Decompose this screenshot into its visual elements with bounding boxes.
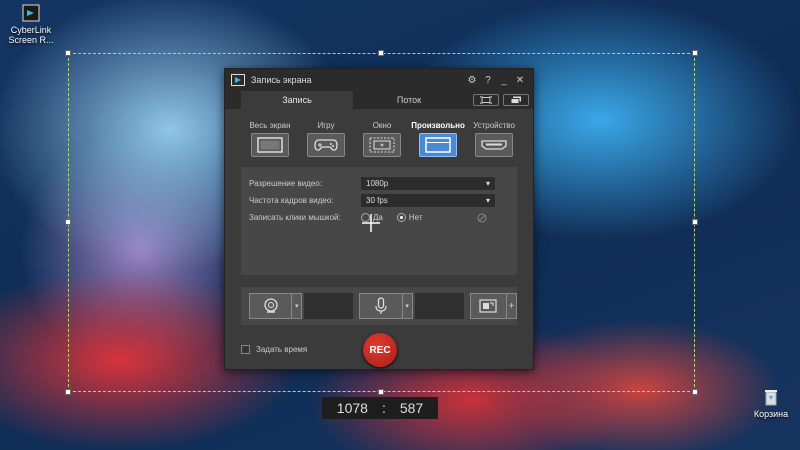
tab-stream[interactable]: Поток <box>353 91 465 109</box>
capture-width: 1078 <box>336 400 368 416</box>
webcam-icon <box>264 298 278 313</box>
capture-mode-row: Весь экран Игру Окно Произвольно Устройс… <box>225 109 533 157</box>
resize-handle-bottom-right[interactable] <box>692 389 698 395</box>
mode-game-button[interactable] <box>307 133 345 157</box>
webcam-dropdown-arrow[interactable]: ▾ <box>292 293 303 319</box>
gamepad-icon <box>314 139 338 151</box>
gear-icon[interactable]: ⚙ <box>465 75 479 86</box>
crosshair-cursor-icon <box>362 214 380 232</box>
recycle-bin-desktop-icon[interactable]: Корзина <box>740 388 800 419</box>
microphone-dropdown-arrow[interactable]: ▾ <box>402 293 413 319</box>
webcam-button[interactable] <box>249 293 293 319</box>
screen-add-icon <box>479 299 498 313</box>
fps-value: 30 fps <box>366 196 388 205</box>
monitor-icon <box>257 137 283 153</box>
microphone-button[interactable] <box>359 293 403 319</box>
mouse-clicks-label: Записать клики мышкой: <box>249 213 341 222</box>
resize-handle-top-right[interactable] <box>692 50 698 56</box>
mode-custom-button[interactable] <box>419 133 457 157</box>
mode-custom-label: Произвольно <box>411 121 465 130</box>
window-icon <box>369 137 395 153</box>
mode-device[interactable]: Устройство <box>473 121 515 157</box>
schedule-label: Задать время <box>256 345 308 354</box>
app-logo-icon <box>231 74 245 86</box>
resolution-value: 1080p <box>366 179 389 188</box>
add-device-button[interactable]: + <box>507 293 517 319</box>
disabled-icon <box>477 213 486 222</box>
window-stack-icon <box>510 96 521 104</box>
clicks-no-radio[interactable] <box>396 213 406 222</box>
mode-device-label: Устройство <box>473 121 515 130</box>
screen-recorder-window: Запись экрана ⚙ ? _ ✕ Запись Поток Весь … <box>224 68 534 370</box>
resize-handle-top-left[interactable] <box>65 50 71 56</box>
resize-handle-left[interactable] <box>65 219 71 225</box>
cyberlink-desktop-icon[interactable]: CyberLink Screen R... <box>0 4 62 45</box>
chevron-down-icon: ▾ <box>485 179 490 188</box>
microphone-icon <box>375 297 387 314</box>
resize-handle-right[interactable] <box>692 219 698 225</box>
fps-dropdown[interactable]: 30 fps ▾ <box>361 194 495 207</box>
mode-game[interactable]: Игру <box>305 121 347 157</box>
recycle-bin-label: Корзина <box>753 409 789 419</box>
clicks-no-label: Нет <box>408 213 423 222</box>
tab-record[interactable]: Запись <box>241 91 353 109</box>
tab-bar: Запись Поток <box>225 91 533 109</box>
resolution-dropdown[interactable]: 1080p ▾ <box>361 177 495 190</box>
webcam-preview <box>304 293 354 319</box>
rec-button[interactable]: REC <box>363 333 397 367</box>
mode-window-label: Окно <box>372 121 392 130</box>
resize-handle-bottom[interactable] <box>378 389 384 395</box>
chevron-down-icon: ▾ <box>405 303 409 310</box>
video-settings-panel: Разрешение видео: 1080p ▾ Частота кадров… <box>241 167 517 275</box>
window-footer: Задать время REC <box>225 325 533 377</box>
microphone-level <box>414 293 464 319</box>
size-separator: : <box>381 400 386 416</box>
schedule-checkbox[interactable]: Задать время <box>241 345 307 354</box>
close-button[interactable]: ✕ <box>513 75 527 86</box>
cyberlink-desktop-label: CyberLink Screen R... <box>8 25 54 45</box>
mode-window[interactable]: Окно <box>361 121 403 157</box>
expand-icon <box>480 96 492 104</box>
mode-fullscreen[interactable]: Весь экран <box>249 121 291 157</box>
fullscreen-capture-button[interactable] <box>473 94 499 106</box>
mode-device-button[interactable] <box>475 133 513 157</box>
fps-label: Частота кадров видео: <box>249 196 334 205</box>
mini-mode-button[interactable] <box>503 94 529 106</box>
hdmi-icon <box>481 140 507 150</box>
mode-fullscreen-label: Весь экран <box>249 121 291 130</box>
window-titlebar[interactable]: Запись экрана ⚙ ? _ ✕ <box>225 69 533 91</box>
recycle-bin-icon <box>765 390 777 406</box>
schedule-checkbox-box[interactable] <box>241 345 250 354</box>
chevron-down-icon: ▾ <box>294 303 299 310</box>
chevron-down-icon: ▾ <box>485 196 490 205</box>
help-button[interactable]: ? <box>481 75 495 86</box>
mode-fullscreen-button[interactable] <box>251 133 289 157</box>
capture-height: 587 <box>399 400 424 416</box>
capture-size-readout: 1078 : 587 <box>322 397 438 419</box>
mode-window-button[interactable] <box>363 133 401 157</box>
mode-custom[interactable]: Произвольно <box>411 121 465 157</box>
region-icon <box>425 137 451 153</box>
cyberlink-app-icon <box>22 4 40 22</box>
input-devices-panel: ▾ ▾ + <box>241 287 517 325</box>
resize-handle-bottom-left[interactable] <box>65 389 71 395</box>
resize-handle-top[interactable] <box>378 50 384 56</box>
screen-add-button[interactable] <box>469 293 508 319</box>
minimize-button[interactable]: _ <box>497 75 511 86</box>
mode-game-label: Игру <box>317 121 335 130</box>
resolution-label: Разрешение видео: <box>249 179 322 188</box>
window-title: Запись экрана <box>251 75 312 85</box>
